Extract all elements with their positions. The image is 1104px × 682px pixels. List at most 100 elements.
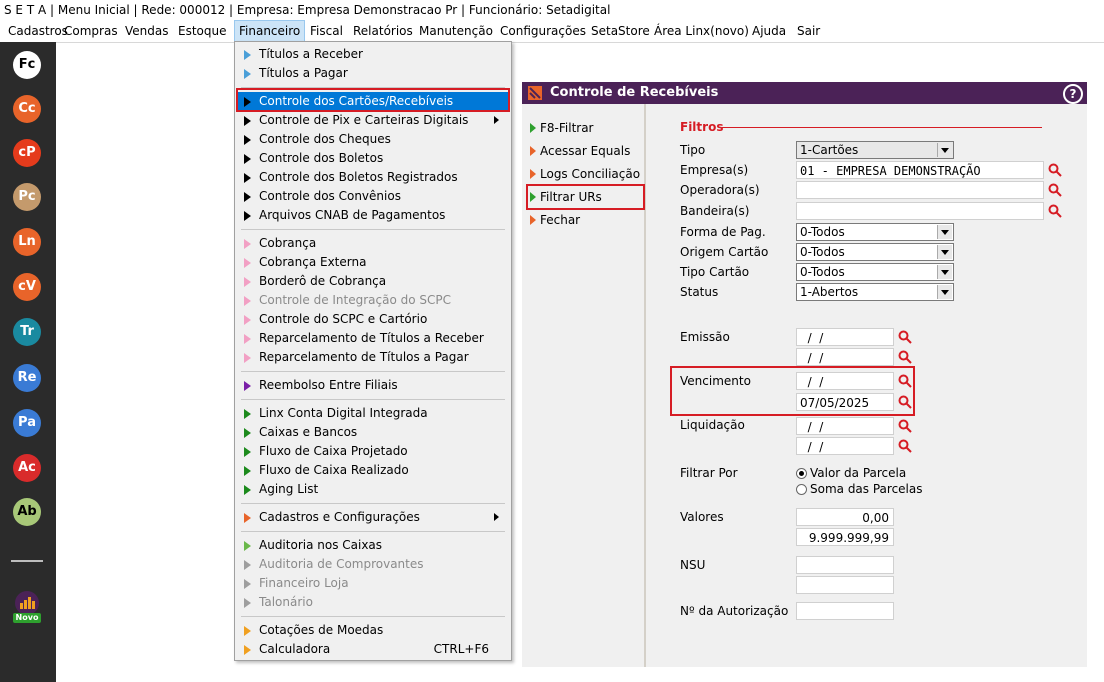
menu-item-controle-dos-boletos-registrados[interactable]: Controle dos Boletos Registrados	[237, 168, 509, 187]
menu-item-controle-dos-cheques[interactable]: Controle dos Cheques	[237, 130, 509, 149]
forma-pag-select[interactable]: 0-Todos	[796, 223, 954, 241]
nsu-from-field[interactable]	[796, 556, 894, 574]
operadora-field[interactable]	[796, 181, 1044, 199]
search-icon[interactable]	[1048, 183, 1062, 197]
chevron-down-icon[interactable]	[937, 245, 952, 259]
menu-item-linx-conta-digital-integrada[interactable]: Linx Conta Digital Integrada	[237, 404, 509, 423]
chevron-down-icon[interactable]	[937, 225, 952, 239]
menu-item-auditoria-nos-caixas[interactable]: Auditoria nos Caixas	[237, 536, 509, 555]
menu-compras[interactable]: Compras	[60, 21, 122, 42]
vencimento-from-field[interactable]: / /	[796, 372, 894, 390]
shortcut-re-icon[interactable]: Re	[13, 364, 41, 392]
menu-configura-es[interactable]: Configurações	[496, 21, 590, 42]
menu-financeiro[interactable]: Financeiro	[234, 20, 306, 42]
emissao-from-field[interactable]: / /	[796, 328, 894, 346]
menu-item-reembolso-entre-filiais[interactable]: Reembolso Entre Filiais	[237, 376, 509, 395]
tipo-cartao-select[interactable]: 0-Todos	[796, 263, 954, 281]
search-icon[interactable]	[898, 419, 912, 433]
menu-item-controle-do-scpc-e-cartorio[interactable]: Controle do SCPC e Cartório	[237, 310, 509, 329]
menu-item-caixas-e-bancos[interactable]: Caixas e Bancos	[237, 423, 509, 442]
menu-item-cadastros-e-configuracoes[interactable]: Cadastros e Configurações	[237, 508, 509, 527]
menu-vendas[interactable]: Vendas	[121, 21, 173, 42]
status-select[interactable]: 1-Abertos	[796, 283, 954, 301]
shortcut-ab-icon[interactable]: Ab	[13, 498, 41, 526]
shortcut-cp-icon[interactable]: cP	[13, 139, 41, 167]
menu-item-controle-dos-convenios[interactable]: Controle dos Convênios	[237, 187, 509, 206]
menu-arrow-icon	[244, 513, 251, 523]
bandeira-field[interactable]	[796, 202, 1044, 220]
vencimento-to-field[interactable]: 07/05/2025	[796, 393, 894, 411]
shortcut-pa-icon[interactable]: Pa	[13, 409, 41, 437]
menu-manuten-o[interactable]: Manutenção	[415, 21, 497, 42]
search-icon[interactable]	[1048, 204, 1062, 218]
menu-arrow-icon	[244, 211, 251, 221]
menu-item-reparcelamento-de-titulos-a-receber[interactable]: Reparcelamento de Títulos a Receber	[237, 329, 509, 348]
menu-item-label: Auditoria de Comprovantes	[259, 557, 424, 571]
empresa-field[interactable]: 01 - EMPRESA DEMONSTRAÇÃO	[796, 161, 1044, 179]
menu-item-reparcelamento-de-titulos-a-pagar[interactable]: Reparcelamento de Títulos a Pagar	[237, 348, 509, 367]
bandeira-label: Bandeira(s)	[680, 204, 750, 218]
menu-item-titulos-a-pagar[interactable]: Títulos a Pagar	[237, 64, 509, 83]
valores-from-field[interactable]: 0,00	[796, 508, 894, 526]
chevron-down-icon[interactable]	[937, 143, 952, 157]
menu-item-bordero-de-cobranca[interactable]: Borderô de Cobrança	[237, 272, 509, 291]
help-icon[interactable]: ?	[1063, 84, 1083, 104]
nsu-to-field[interactable]	[796, 576, 894, 594]
shortcut-cc-icon[interactable]: Cc	[13, 95, 41, 123]
emissao-to-field[interactable]: / /	[796, 348, 894, 366]
radio-valor-parcela[interactable]	[796, 468, 807, 479]
search-icon[interactable]	[898, 439, 912, 453]
menu-item-arquivos-cnab-de-pagamentos[interactable]: Arquivos CNAB de Pagamentos	[237, 206, 509, 225]
menu-item-controle-de-integracao-do-scpc[interactable]: Controle de Integração do SCPC	[237, 291, 509, 310]
menu-item-label: Reembolso Entre Filiais	[259, 378, 398, 392]
menu-item-cobranca[interactable]: Cobrança	[237, 234, 509, 253]
tipo-select[interactable]: 1-Cartões	[796, 141, 954, 159]
menu--rea-linx-novo-[interactable]: Área Linx(novo)	[650, 21, 753, 42]
menu-item-controle-dos-boletos[interactable]: Controle dos Boletos	[237, 149, 509, 168]
menu-item-cotacoes-de-moedas[interactable]: Cotações de Moedas	[237, 621, 509, 640]
liquidacao-from-field[interactable]: / /	[796, 417, 894, 435]
menu-item-cobranca-externa[interactable]: Cobrança Externa	[237, 253, 509, 272]
menu-setastore[interactable]: SetaStore	[587, 21, 654, 42]
menu-sair[interactable]: Sair	[793, 21, 824, 42]
menu-ajuda[interactable]: Ajuda	[748, 21, 790, 42]
menu-item-aging-list[interactable]: Aging List	[237, 480, 509, 499]
search-icon[interactable]	[1048, 163, 1062, 177]
menu-fiscal[interactable]: Fiscal	[306, 21, 347, 42]
search-icon[interactable]	[898, 374, 912, 388]
menu-item-label: Linx Conta Digital Integrada	[259, 406, 428, 420]
search-icon[interactable]	[898, 330, 912, 344]
liquidacao-to-field[interactable]: / /	[796, 437, 894, 455]
chevron-down-icon[interactable]	[937, 285, 952, 299]
menu-item-calculadora[interactable]: Calculadora CTRL+F6	[237, 640, 509, 659]
menu-item-auditoria-de-comprovantes[interactable]: Auditoria de Comprovantes	[237, 555, 509, 574]
menu-item-financeiro-loja[interactable]: Financeiro Loja	[237, 574, 509, 593]
origem-cartao-select[interactable]: 0-Todos	[796, 243, 954, 261]
menu-estoque[interactable]: Estoque	[174, 21, 231, 42]
valores-to-field[interactable]: 9.999.999,99	[796, 528, 894, 546]
menu-item-titulos-a-receber[interactable]: Títulos a Receber	[237, 45, 509, 64]
shortcut-cv-icon[interactable]: cV	[13, 273, 41, 301]
menu-separator	[241, 229, 505, 230]
menu-item-talonario[interactable]: Talonário	[237, 593, 509, 612]
search-icon[interactable]	[898, 350, 912, 364]
shortcut-fc-icon[interactable]: Fc	[13, 51, 41, 79]
shortcut-pc-icon[interactable]: Pc	[13, 183, 41, 211]
autorizacao-field[interactable]	[796, 602, 894, 620]
chevron-down-icon[interactable]	[937, 265, 952, 279]
menu-arrow-icon	[244, 466, 251, 476]
shortcut-ac-icon[interactable]: Ac	[13, 454, 41, 482]
menu-arrow-icon	[244, 541, 251, 551]
shortcut-ln-icon[interactable]: Ln	[13, 228, 41, 256]
menu-item-fluxo-de-caixa-realizado[interactable]: Fluxo de Caixa Realizado	[237, 461, 509, 480]
radio-soma-parcelas[interactable]	[796, 484, 807, 495]
tipo-cartao-label: Tipo Cartão	[680, 265, 750, 279]
menu-arrow-icon	[244, 296, 251, 306]
menu-relat-rios[interactable]: Relatórios	[349, 21, 417, 42]
menu-item-fluxo-de-caixa-projetado[interactable]: Fluxo de Caixa Projetado	[237, 442, 509, 461]
search-icon[interactable]	[898, 395, 912, 409]
menu-item-controle-de-pix-e-carteiras-digitais[interactable]: Controle de Pix e Carteiras Digitais	[237, 111, 509, 130]
shortcut-tr-icon[interactable]: Tr	[13, 318, 41, 346]
novo-chart-icon[interactable]: Novo	[13, 591, 41, 625]
menu-arrow-icon	[244, 192, 251, 202]
